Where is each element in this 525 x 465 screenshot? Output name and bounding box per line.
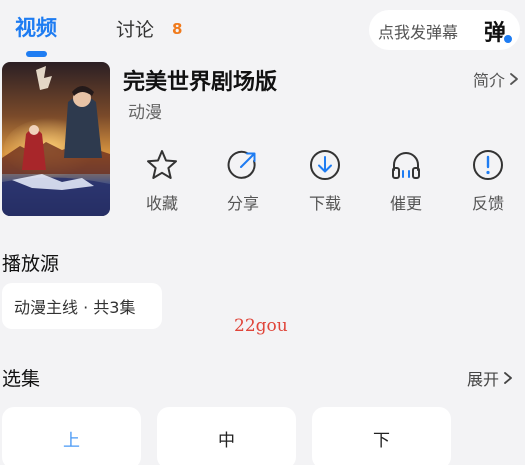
favorite-label: 收藏 xyxy=(145,194,178,213)
download-icon xyxy=(310,150,340,180)
share-label: 分享 xyxy=(226,194,259,213)
source-chip-label: 动漫主线 · 共3集 xyxy=(14,298,136,317)
favorite-button[interactable]: 收藏 xyxy=(132,148,192,218)
episode-item-3[interactable]: 下 xyxy=(312,407,451,465)
expand-label: 展开 xyxy=(467,370,500,389)
source-heading: 播放源 xyxy=(2,253,60,275)
share-icon xyxy=(227,150,256,179)
show-title: 完美世界剧场版 xyxy=(123,70,278,95)
headphones-icon xyxy=(392,152,420,179)
tab-video[interactable]: 视频 xyxy=(15,12,57,42)
urge-update-button[interactable]: 催更 xyxy=(376,148,436,218)
danmaku-input[interactable]: 点我发弹幕 弹 xyxy=(369,10,520,50)
tab-discuss[interactable]: 讨论 xyxy=(116,15,154,42)
download-button[interactable]: 下载 xyxy=(295,148,355,218)
danmaku-placeholder: 点我发弹幕 xyxy=(378,23,459,42)
show-category: 动漫 xyxy=(128,103,162,123)
poster-image[interactable] xyxy=(2,62,110,216)
watermark-text: 22gou xyxy=(234,316,288,336)
feedback-icon xyxy=(473,150,503,180)
tab-active-indicator xyxy=(26,51,47,57)
episode-item-2[interactable]: 中 xyxy=(157,407,296,465)
episode-item-1[interactable]: 上 xyxy=(2,407,141,465)
chevron-right-icon xyxy=(510,73,518,85)
share-button[interactable]: 分享 xyxy=(213,148,273,218)
download-label: 下载 xyxy=(308,194,341,213)
feedback-label: 反馈 xyxy=(471,194,504,213)
intro-label: 简介 xyxy=(473,71,506,90)
chevron-right-icon xyxy=(504,372,512,384)
danmaku-toggle-button[interactable]: 弹 xyxy=(479,12,515,48)
expand-link[interactable]: 展开 xyxy=(467,366,513,390)
discuss-count-badge: 8 xyxy=(172,20,183,38)
urge-update-label: 催更 xyxy=(389,194,422,213)
source-chip[interactable]: 动漫主线 · 共3集 xyxy=(2,283,162,329)
top-tab-bar: 视频 讨论 8 点我发弹幕 弹 xyxy=(0,0,525,60)
intro-link[interactable]: 简介 xyxy=(473,67,519,91)
danmaku-on-badge xyxy=(502,33,514,45)
poster-artwork xyxy=(2,62,110,216)
feedback-button[interactable]: 反馈 xyxy=(458,148,518,218)
star-icon xyxy=(147,150,177,179)
episodes-heading: 选集 xyxy=(2,368,41,390)
